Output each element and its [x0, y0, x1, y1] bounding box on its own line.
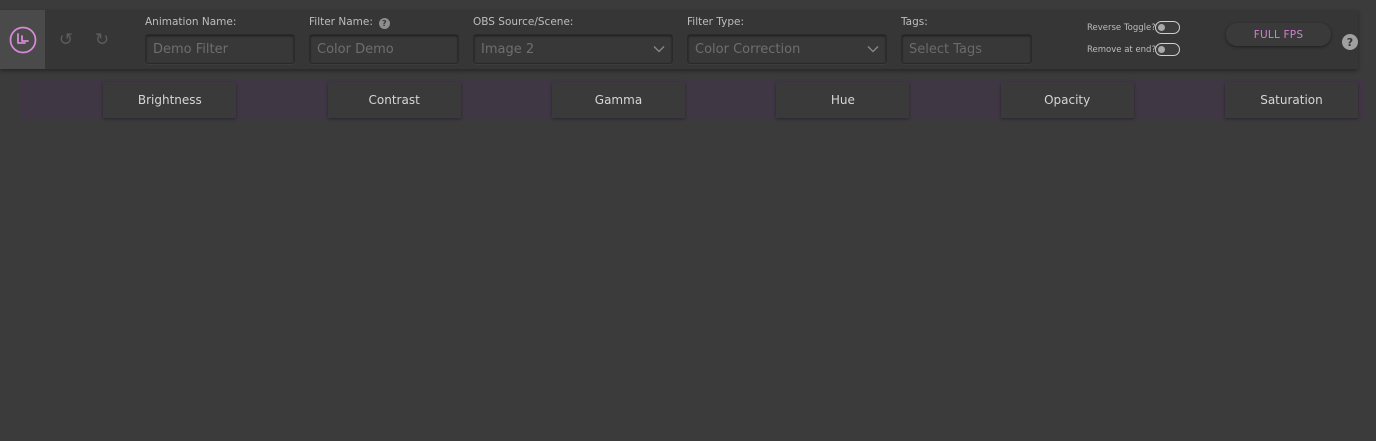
- obs-source-select[interactable]: Image 2: [473, 34, 673, 64]
- property-cell: Gamma: [469, 80, 693, 120]
- animation-name-input[interactable]: [153, 41, 287, 57]
- property-brightness-button[interactable]: Brightness: [103, 82, 237, 118]
- redo-button[interactable]: ↻: [92, 30, 112, 50]
- filter-type-value: Color Correction: [695, 41, 801, 57]
- property-cell: Opacity: [917, 80, 1141, 120]
- property-cell: Brightness: [20, 80, 244, 120]
- filter-properties-strip: Brightness Contrast Gamma Hue Opacity Sa…: [20, 80, 1366, 120]
- tags-field[interactable]: [901, 34, 1032, 64]
- property-cell: Hue: [693, 80, 917, 120]
- undo-button[interactable]: ↺: [56, 30, 76, 50]
- filter-name-input[interactable]: [317, 41, 451, 57]
- remove-at-end-label: Remove at end?: [1087, 45, 1156, 55]
- filter-name-field[interactable]: [309, 34, 459, 64]
- property-cell: Contrast: [244, 80, 468, 120]
- undo-icon: ↺: [58, 30, 74, 50]
- reverse-toggle-switch[interactable]: [1155, 21, 1180, 34]
- app-logo[interactable]: [0, 10, 45, 69]
- tags-input[interactable]: [909, 41, 1024, 57]
- remove-at-end-switch[interactable]: [1155, 43, 1180, 56]
- clock-logo-icon: [9, 26, 36, 53]
- filter-name-help-icon[interactable]: ?: [378, 18, 390, 29]
- reverse-toggle-knob: [1158, 24, 1165, 31]
- property-contrast-button[interactable]: Contrast: [327, 82, 461, 118]
- animation-name-label: Animation Name:: [145, 16, 237, 28]
- filter-name-label: Filter Name:?: [309, 16, 390, 29]
- tags-label: Tags:: [901, 16, 928, 28]
- redo-icon: ↻: [94, 30, 110, 50]
- remove-at-end-knob: [1158, 46, 1165, 53]
- property-opacity-button[interactable]: Opacity: [1000, 82, 1134, 118]
- property-gamma-button[interactable]: Gamma: [551, 82, 685, 118]
- app-root: ↺ ↻ Animation Name: Filter Name:? OBS So…: [0, 0, 1376, 441]
- property-hue-button[interactable]: Hue: [776, 82, 910, 118]
- filter-name-label-text: Filter Name:: [309, 16, 373, 28]
- reverse-toggle-label: Reverse Toggle?: [1087, 23, 1156, 33]
- help-icon[interactable]: ?: [1342, 34, 1358, 50]
- property-saturation-button[interactable]: Saturation: [1224, 82, 1358, 118]
- obs-source-label: OBS Source/Scene:: [473, 16, 574, 28]
- animation-name-field[interactable]: [145, 34, 295, 64]
- obs-source-value: Image 2: [481, 41, 535, 57]
- filter-type-label: Filter Type:: [687, 16, 744, 28]
- full-fps-button[interactable]: FULL FPS: [1226, 23, 1331, 46]
- top-toolbar: ↺ ↻ Animation Name: Filter Name:? OBS So…: [0, 10, 1358, 69]
- filter-type-select[interactable]: Color Correction: [687, 34, 887, 64]
- chevron-down-icon: [653, 46, 665, 53]
- chevron-down-icon: [867, 46, 879, 53]
- property-cell: Saturation: [1142, 80, 1366, 120]
